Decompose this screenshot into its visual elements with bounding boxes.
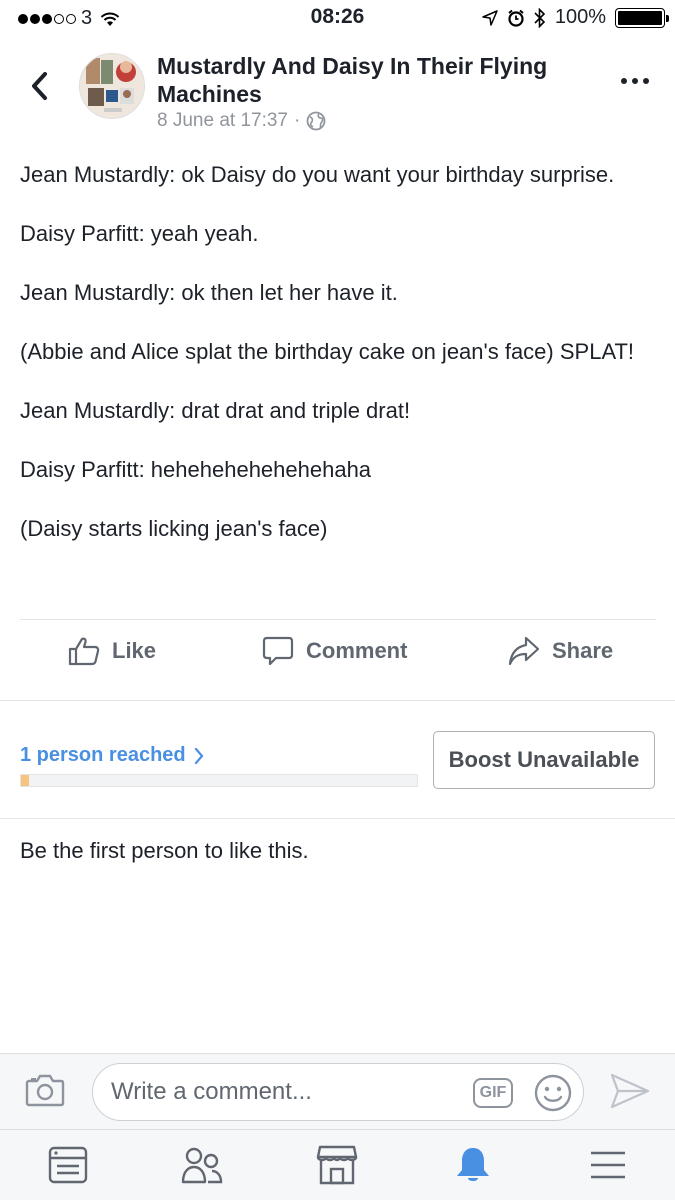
alarm-icon bbox=[508, 9, 524, 27]
share-button[interactable]: Share bbox=[508, 636, 613, 666]
comment-button[interactable]: Comment bbox=[262, 636, 407, 666]
likes-summary: Be the first person to like this. bbox=[20, 838, 309, 863]
post-paragraph: Jean Mustardly: ok then let her have it. bbox=[20, 280, 398, 305]
back-chevron-icon bbox=[32, 72, 47, 100]
post-meta: 8 June at 17:37 · bbox=[157, 110, 326, 132]
page-avatar[interactable] bbox=[79, 53, 145, 119]
tab-menu[interactable] bbox=[586, 1143, 630, 1187]
tab-notifications[interactable] bbox=[451, 1143, 495, 1187]
bluetooth-icon bbox=[534, 7, 545, 28]
back-button[interactable] bbox=[24, 66, 54, 106]
post-text: Jean Mustardly: ok Daisy do you want you… bbox=[20, 160, 650, 573]
tab-marketplace[interactable] bbox=[315, 1143, 359, 1187]
post-paragraph: Jean Mustardly: ok Daisy do you want you… bbox=[20, 162, 615, 187]
more-options-button[interactable] bbox=[621, 78, 649, 84]
post-paragraph: Daisy Parfitt: hehehehehehehehaha bbox=[20, 457, 372, 482]
status-right: 100% bbox=[482, 6, 669, 29]
post-timestamp[interactable]: 8 June at 17:37 bbox=[157, 110, 288, 132]
post-actions: Like Comment Share bbox=[0, 622, 675, 684]
boost-button[interactable]: Boost Unavailable bbox=[433, 731, 655, 789]
camera-button[interactable] bbox=[25, 1073, 65, 1112]
newsfeed-icon bbox=[48, 1146, 88, 1184]
tab-friends[interactable] bbox=[180, 1143, 224, 1187]
emoji-button[interactable] bbox=[533, 1073, 573, 1118]
chevron-right-icon bbox=[194, 747, 204, 764]
thumbs-up-icon bbox=[68, 637, 100, 666]
post-paragraph: (Abbie and Alice splat the birthday cake… bbox=[20, 339, 635, 364]
post-paragraph: Jean Mustardly: drat drat and triple dra… bbox=[20, 398, 411, 423]
battery-icon bbox=[615, 7, 669, 28]
like-button[interactable]: Like bbox=[68, 636, 156, 666]
like-label: Like bbox=[112, 638, 157, 663]
gif-button[interactable]: GIF bbox=[473, 1078, 513, 1108]
post-paragraph: Daisy Parfitt: yeah yeah. bbox=[20, 221, 259, 246]
smiley-icon bbox=[534, 1074, 572, 1112]
tab-news-feed[interactable] bbox=[46, 1143, 90, 1187]
share-label: Share bbox=[552, 638, 614, 663]
more-dots-icon bbox=[621, 78, 627, 84]
friends-icon bbox=[181, 1147, 223, 1184]
reach-link[interactable]: 1 person reached bbox=[20, 744, 204, 767]
reach-progress-bar bbox=[20, 774, 418, 787]
share-arrow-icon bbox=[508, 636, 540, 666]
page-name-link[interactable]: Mustardly And Daisy In Their Flying Mach… bbox=[157, 52, 577, 108]
meta-separator: · bbox=[294, 110, 301, 131]
divider bbox=[20, 619, 656, 620]
comment-input-container[interactable]: GIF bbox=[92, 1063, 584, 1121]
globe-icon[interactable] bbox=[306, 111, 326, 131]
send-arrow-icon bbox=[610, 1073, 650, 1109]
reach-progress-fill bbox=[21, 775, 29, 786]
marketplace-icon bbox=[316, 1145, 358, 1185]
bottom-tab-bar bbox=[0, 1129, 675, 1200]
comment-label: Comment bbox=[306, 638, 408, 663]
divider bbox=[0, 700, 675, 701]
status-bar: 3 08:26 100% bbox=[0, 0, 675, 36]
comment-composer: GIF bbox=[0, 1053, 675, 1129]
reach-label: 1 person reached bbox=[20, 744, 186, 766]
avatar-collage-image bbox=[80, 54, 144, 118]
post-paragraph: (Daisy starts licking jean's face) bbox=[20, 516, 328, 541]
location-arrow-icon bbox=[482, 9, 498, 26]
send-button[interactable] bbox=[610, 1073, 650, 1114]
divider bbox=[0, 818, 675, 819]
hamburger-icon bbox=[591, 1151, 625, 1179]
bell-icon bbox=[457, 1148, 489, 1181]
post-header: Mustardly And Daisy In Their Flying Mach… bbox=[0, 48, 675, 138]
comment-bubble-icon bbox=[262, 636, 294, 666]
battery-percentage: 100% bbox=[554, 6, 606, 28]
comment-input[interactable] bbox=[111, 1076, 451, 1108]
camera-icon bbox=[25, 1074, 65, 1107]
